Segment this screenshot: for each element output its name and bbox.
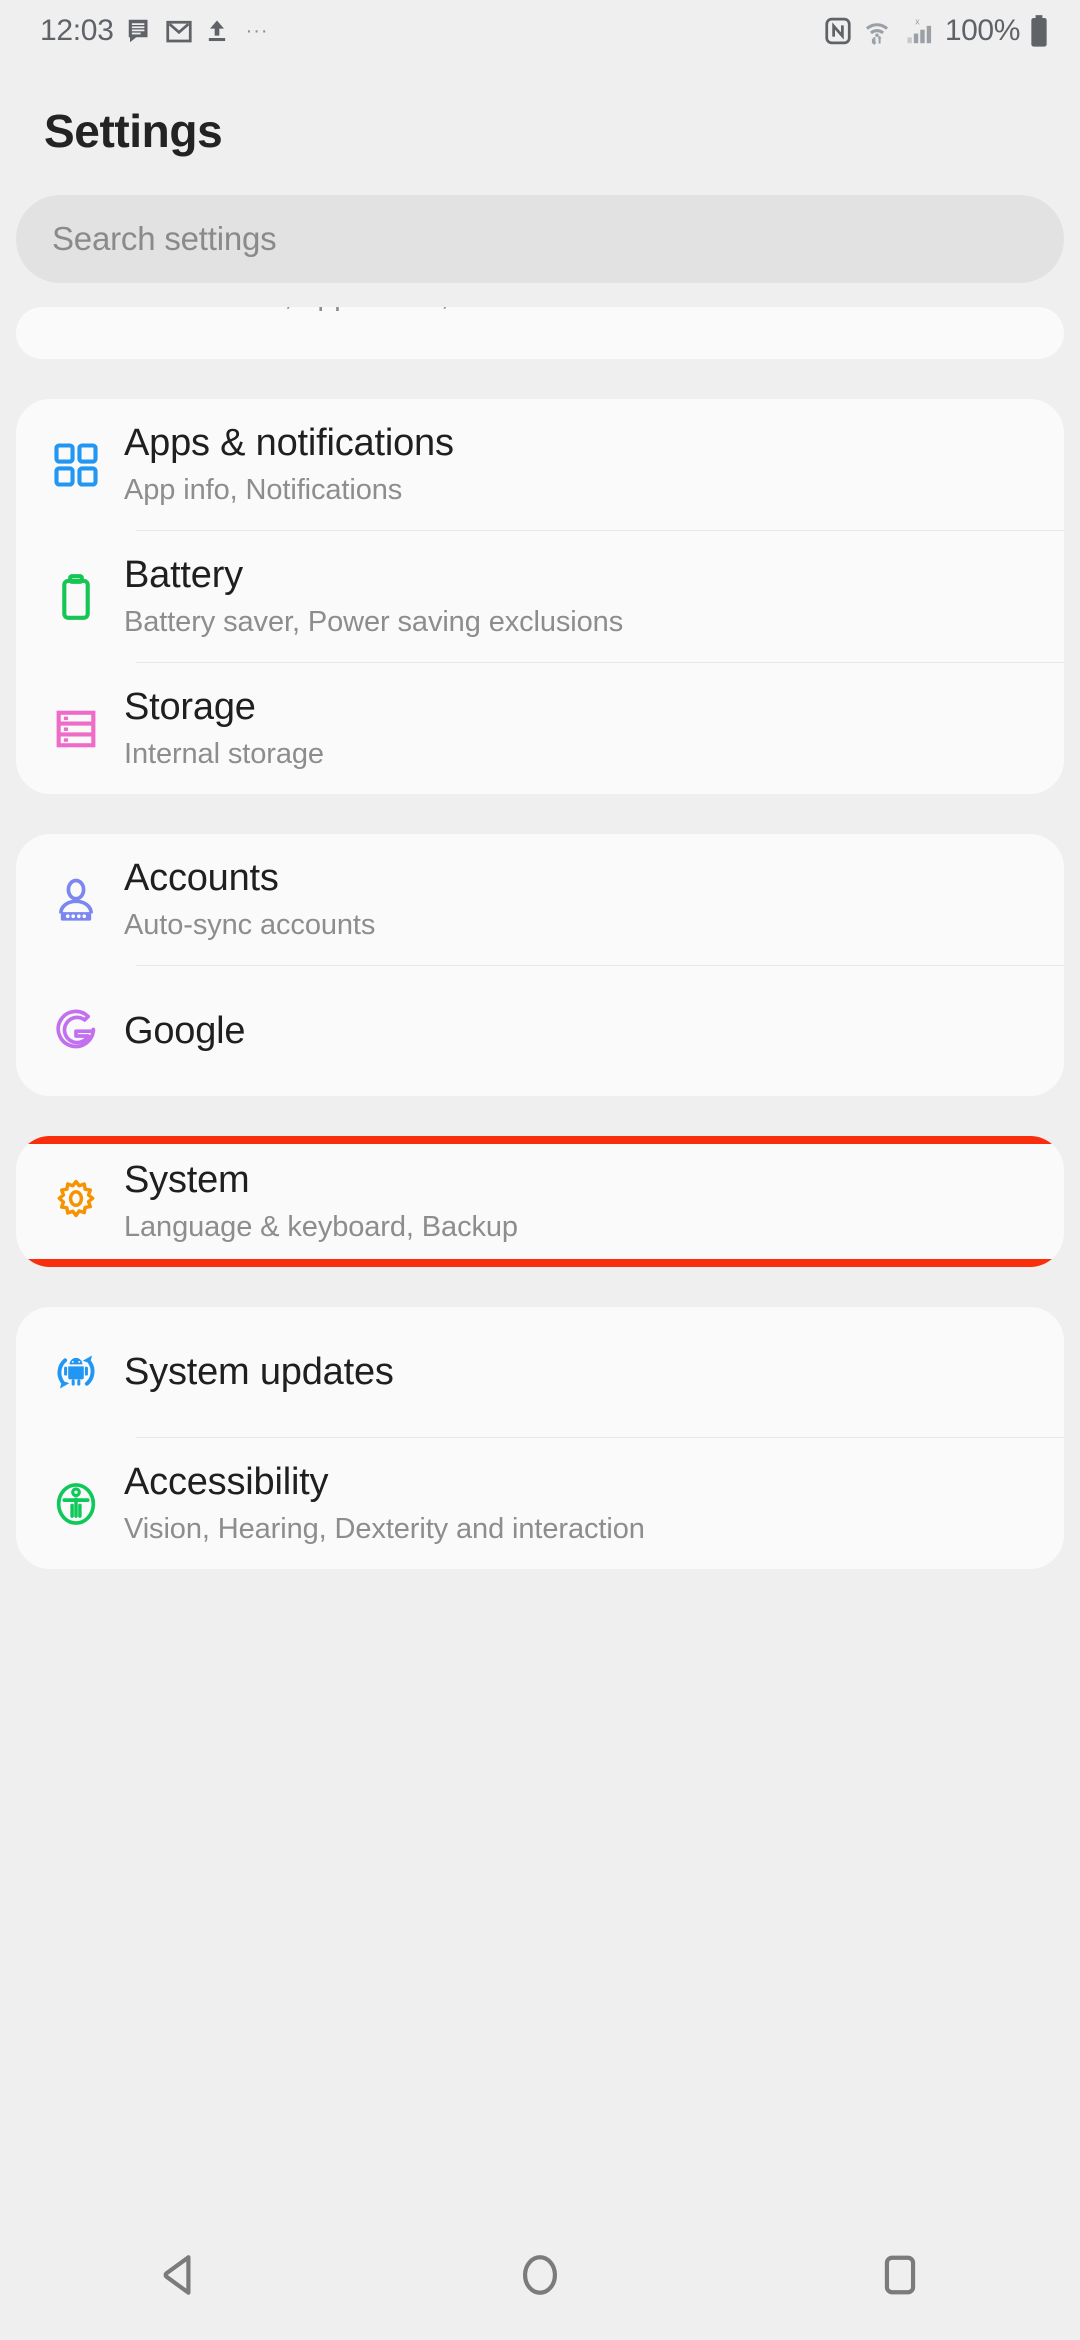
status-bar-left: 12:03 ···: [40, 14, 269, 48]
battery-full-icon: [1028, 14, 1050, 48]
svg-text:x: x: [915, 17, 920, 27]
row-title: System updates: [124, 1350, 394, 1393]
storage-icon: [16, 703, 124, 755]
status-bar-right: x 100%: [823, 14, 1050, 48]
status-time: 12:03: [40, 14, 114, 47]
google-g-icon: [16, 1005, 124, 1057]
back-button[interactable]: [105, 2227, 255, 2327]
system-card: System Language & keyboard, Backup: [16, 1136, 1064, 1268]
row-subtitle: App info, Notifications: [124, 473, 403, 506]
settings-row-text: Apps & notifications App info, Notificat…: [124, 399, 454, 530]
updates-card: System updates Accessibility Vision, Hea…: [16, 1307, 1064, 1570]
clipped-subtitle: Screen time, app timers, bedtime schedul…: [124, 307, 708, 313]
settings-row-system-updates[interactable]: System updates: [16, 1307, 1064, 1437]
settings-row-apps-notifications[interactable]: Apps & notifications App info, Notificat…: [16, 399, 1064, 530]
account-person-icon: [16, 874, 124, 926]
accessibility-icon: [16, 1478, 124, 1530]
row-title: System: [124, 1159, 250, 1202]
nfc-icon: [823, 15, 853, 47]
android-update-icon: [16, 1346, 124, 1398]
row-title: Battery: [124, 554, 243, 597]
settings-row-google[interactable]: Google: [16, 966, 1064, 1096]
settings-row-text: Accounts Auto-sync accounts: [124, 834, 375, 965]
battery-icon: [16, 571, 124, 623]
row-title: Apps & notifications: [124, 422, 454, 464]
status-bar: 12:03 ··· x 100%: [0, 0, 1080, 62]
settings-row-text: System updates: [124, 1328, 394, 1417]
settings-row-text: Google: [124, 987, 246, 1076]
row-subtitle: Vision, Hearing, Dexterity and interacti…: [124, 1513, 645, 1546]
page-title: Settings: [44, 105, 223, 157]
settings-row-text: System Language & keyboard, Backup: [124, 1136, 518, 1267]
settings-row-storage[interactable]: Storage Internal storage: [16, 663, 1064, 794]
settings-row-accounts[interactable]: Accounts Auto-sync accounts: [16, 834, 1064, 965]
navigation-bar: [0, 2214, 1080, 2340]
apps-grid-icon: [16, 439, 124, 491]
gmail-icon: [164, 16, 194, 46]
settings-row-system[interactable]: System Language & keyboard, Backup: [16, 1136, 1064, 1267]
search-bar-container: Search settings: [0, 158, 1080, 283]
row-subtitle: Auto-sync accounts: [124, 909, 376, 942]
row-title: Google: [124, 1009, 246, 1052]
settings-row-text: Battery Battery saver, Power saving excl…: [124, 531, 623, 662]
settings-row-accessibility[interactable]: Accessibility Vision, Hearing, Dexterity…: [16, 1438, 1064, 1569]
wifi-icon: [861, 15, 893, 47]
settings-row-battery[interactable]: Battery Battery saver, Power saving excl…: [16, 531, 1064, 662]
back-triangle-icon: [152, 2247, 208, 2308]
battery-percent-label: 100%: [944, 14, 1021, 47]
more-dots-icon: ···: [245, 20, 269, 42]
settings-scroll-area[interactable]: Screen time, app timers, bedtime schedul…: [0, 307, 1080, 1570]
home-button[interactable]: [465, 2227, 615, 2327]
search-input[interactable]: Search settings: [16, 195, 1064, 283]
row-title: Accessibility: [124, 1461, 329, 1504]
upload-icon: [203, 16, 231, 46]
device-card: Apps & notifications App info, Notificat…: [16, 399, 1064, 795]
row-title: Storage: [124, 686, 256, 729]
recents-square-icon: [872, 2247, 928, 2308]
home-circle-icon: [512, 2247, 568, 2308]
cellular-signal-icon: x: [901, 15, 937, 47]
message-icon: [125, 16, 155, 46]
accounts-card: Accounts Auto-sync accounts Google: [16, 834, 1064, 1097]
gear-icon: [16, 1176, 124, 1228]
row-title: Accounts: [124, 857, 279, 900]
search-placeholder: Search settings: [52, 220, 277, 257]
recents-button[interactable]: [825, 2227, 975, 2327]
settings-row-text: Storage Internal storage: [124, 663, 324, 794]
settings-row-text: Accessibility Vision, Hearing, Dexterity…: [124, 1438, 645, 1569]
digital-wellbeing-card-clipped[interactable]: Screen time, app timers, bedtime schedul…: [16, 307, 1064, 359]
row-subtitle: Battery saver, Power saving exclusions: [124, 605, 624, 638]
row-subtitle: Internal storage: [124, 737, 324, 770]
row-subtitle: Language & keyboard, Backup: [124, 1211, 518, 1244]
